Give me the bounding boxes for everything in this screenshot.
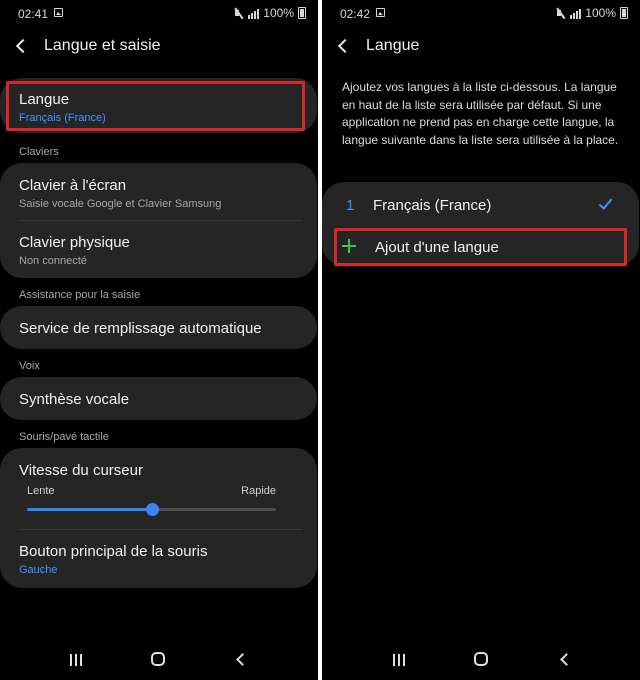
screen-langue: 02:42 100% Langue Ajoutez vos langues à … [322,0,640,680]
status-bar: 02:42 100% [322,0,640,26]
clavier-physique-item[interactable]: Clavier physique Non connecté [19,234,302,267]
signal-icon [570,8,582,19]
clavier-physique-label: Clavier physique [19,234,130,251]
home-icon[interactable] [151,652,165,666]
clavier-ecran-value: Saisie vocale Google et Clavier Samsung [19,198,222,210]
section-souris: Souris/pavé tactile [19,431,109,443]
clavier-ecran-label: Clavier à l'écran [19,177,127,194]
recents-icon[interactable] [393,654,405,666]
page-title: Langue et saisie [44,37,161,54]
divider [19,529,302,530]
mute-icon [556,7,566,19]
status-time: 02:42 [340,7,371,21]
synthese-vocale-label: Synthèse vocale [19,391,130,408]
section-voix: Voix [19,360,40,372]
clavier-physique-value: Non connecté [19,255,87,267]
navigation-bar [322,640,640,680]
language-index: 1 [346,197,355,214]
divider [19,220,302,221]
header: Langue [322,28,640,68]
mouse-primary-button-item[interactable]: Bouton principal de la souris Gauche [19,543,302,576]
header: Langue et saisie [0,28,318,68]
highlight-box [6,81,305,131]
language-description: Ajoutez vos langues à la liste ci-dessou… [342,80,619,147]
mouse-primary-button-value: Gauche [19,564,58,576]
back-arrow-icon[interactable] [337,38,353,54]
battery-icon [620,7,628,19]
nav-back-icon[interactable] [560,653,573,666]
cursor-speed-label: Vitesse du curseur [19,462,143,479]
section-claviers: Claviers [19,146,59,158]
autofill-item[interactable]: Service de remplissage automatique [19,320,302,337]
back-arrow-icon[interactable] [15,38,31,54]
highlight-box [334,228,627,266]
autofill-label: Service de remplissage automatique [19,320,262,337]
clavier-ecran-item[interactable]: Clavier à l'écran Saisie vocale Google e… [19,177,302,210]
image-icon [54,8,63,17]
mute-icon [234,7,244,19]
battery-percent: 100% [585,6,616,20]
home-icon[interactable] [474,652,488,666]
language-name: Français (France) [373,197,492,214]
recents-icon[interactable] [70,654,82,666]
battery-percent: 100% [263,6,294,20]
status-time: 02:41 [18,7,49,21]
battery-icon [298,7,306,19]
slider-thumb[interactable] [145,503,159,516]
signal-icon [248,8,260,19]
cursor-speed-title: Vitesse du curseur [19,462,302,479]
section-assistance: Assistance pour la saisie [19,289,141,301]
slider-min-label: Lente [27,485,55,497]
navigation-bar [0,640,318,680]
mouse-primary-button-label: Bouton principal de la souris [19,543,208,560]
image-icon [376,8,385,17]
synthese-vocale-item[interactable]: Synthèse vocale [19,391,302,408]
nav-back-icon[interactable] [236,653,249,666]
slider-max-label: Rapide [241,485,276,497]
screen-langue-et-saisie: 02:41 100% Langue et saisie Langue Franç… [0,0,318,680]
page-title: Langue [366,37,420,54]
cursor-speed-slider[interactable] [27,503,276,516]
status-bar: 02:41 100% [0,0,318,26]
slider-fill [27,508,152,511]
